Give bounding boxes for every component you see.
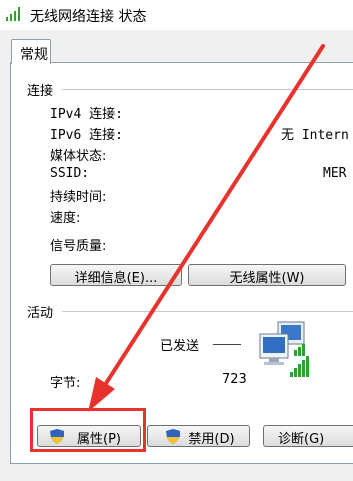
tab-general-label: 常规 (20, 47, 48, 63)
tab-general[interactable]: 常规 (11, 39, 51, 64)
red-arrow-annotation (88, 44, 325, 412)
